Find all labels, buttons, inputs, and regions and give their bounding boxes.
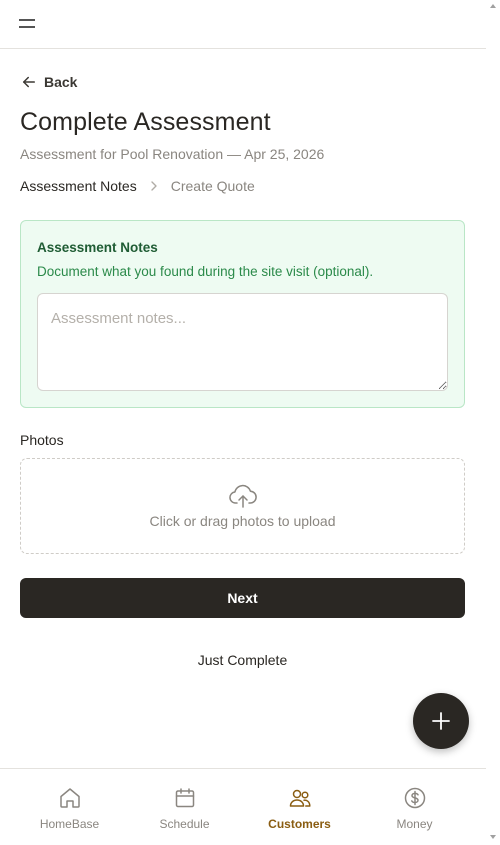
vertical-scrollbar[interactable] — [486, 0, 500, 845]
top-bar — [0, 0, 486, 49]
nav-label-customers: Customers — [268, 817, 331, 831]
photos-label: Photos — [20, 432, 64, 448]
nav-item-homebase[interactable]: HomeBase — [12, 769, 127, 845]
dollar-circle-icon — [404, 787, 425, 809]
page-subtitle: Assessment for Pool Renovation — Apr 25,… — [20, 146, 325, 162]
step-create-quote: Create Quote — [170, 178, 255, 194]
calendar-icon — [175, 788, 194, 808]
nav-item-schedule[interactable]: Schedule — [127, 769, 242, 845]
scroll-down-icon[interactable] — [490, 835, 496, 839]
bottom-nav: HomeBase Schedule Customers Money — [0, 768, 486, 845]
photo-upload-dropzone[interactable]: Click or drag photos to upload — [20, 458, 465, 554]
cloud-upload-icon — [229, 484, 257, 508]
upload-text: Click or drag photos to upload — [149, 513, 336, 529]
nav-label-schedule: Schedule — [159, 817, 210, 831]
plus-icon — [432, 712, 450, 730]
nav-label-money: Money — [396, 817, 433, 831]
nav-item-money[interactable]: Money — [357, 769, 472, 845]
next-button[interactable]: Next — [20, 578, 465, 618]
notes-help-text: Document what you found during the site … — [37, 264, 374, 279]
nav-item-customers[interactable]: Customers — [242, 769, 357, 845]
chevron-right-icon — [149, 180, 159, 192]
floating-add-button[interactable] — [413, 693, 469, 749]
step-assessment-notes: Assessment Notes — [20, 178, 137, 194]
notes-title: Assessment Notes — [37, 240, 158, 255]
assessment-notes-input[interactable] — [37, 293, 448, 391]
nav-label-homebase: HomeBase — [39, 817, 100, 831]
scroll-up-icon[interactable] — [490, 4, 496, 8]
users-icon — [289, 789, 311, 807]
hamburger-menu-icon[interactable] — [16, 14, 38, 34]
back-link[interactable]: Back — [20, 72, 77, 92]
assessment-notes-card: Assessment Notes Document what you found… — [20, 220, 465, 408]
step-breadcrumb: Assessment Notes Create Quote — [20, 178, 255, 194]
just-complete-button[interactable]: Just Complete — [20, 652, 465, 668]
app-viewport: Back Complete Assessment Assessment for … — [0, 0, 486, 845]
back-label: Back — [44, 74, 78, 90]
page-title: Complete Assessment — [20, 108, 271, 136]
home-icon — [59, 788, 80, 808]
arrow-left-icon — [23, 76, 35, 88]
